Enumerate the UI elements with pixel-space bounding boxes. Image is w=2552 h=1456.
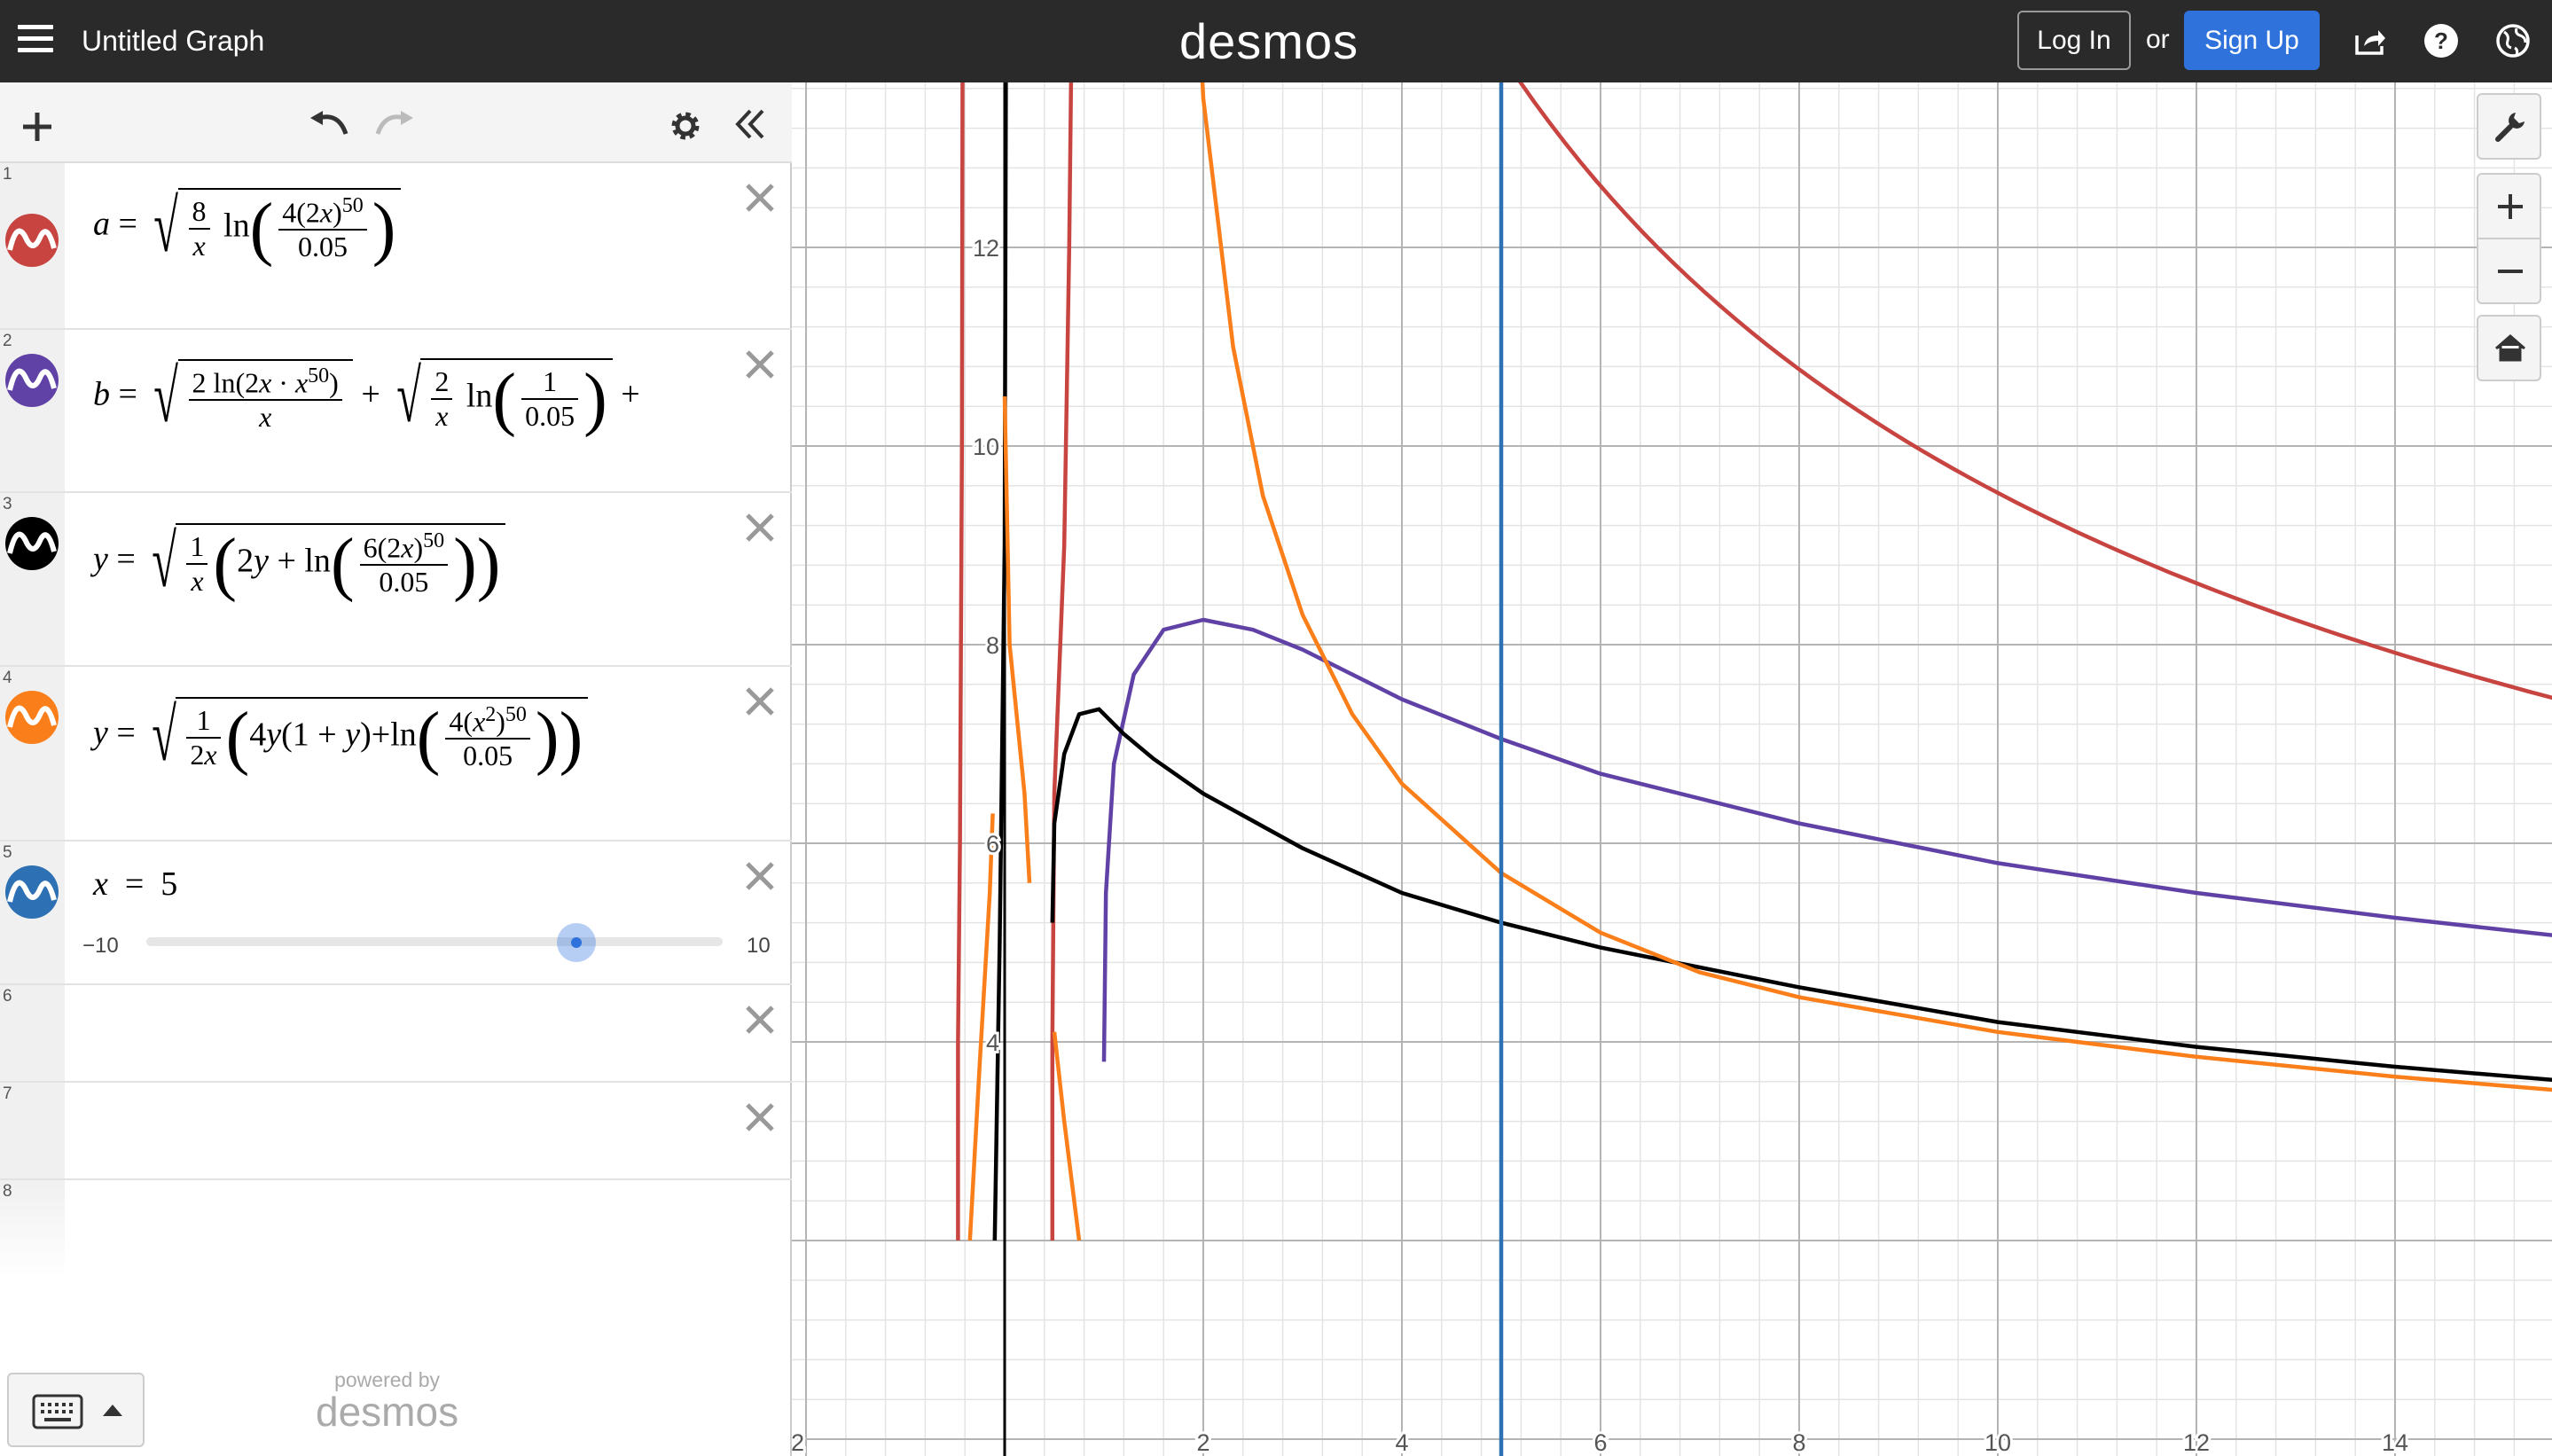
x-tick-label: 12 <box>2183 1429 2210 1456</box>
expression-gutter: 4 <box>0 667 65 840</box>
zoom-out-icon <box>2498 270 2523 273</box>
zoom-in-icon <box>2498 194 2523 219</box>
expression-row[interactable]: 8 <box>0 1180 792 1278</box>
keyboard-toggle[interactable] <box>7 1373 145 1447</box>
x-tick-label: -2 <box>792 1429 804 1456</box>
expression-toolbar <box>0 82 792 163</box>
close-icon[interactable] <box>743 511 777 544</box>
expression-row[interactable]: 2 b = √ 2 ln(2x · x50) x + √ 2 x ln(1 0.05) … <box>0 330 792 493</box>
blue-curve-icon[interactable] <box>4 865 59 920</box>
close-icon[interactable] <box>743 348 777 381</box>
close-icon[interactable] <box>743 859 777 893</box>
expression-gutter: 2 <box>0 330 65 491</box>
expression-gutter: 1 <box>0 163 65 328</box>
graph-title[interactable]: Untitled Graph <box>82 25 264 58</box>
y-tick-label: 4 <box>986 1029 999 1056</box>
x-tick-label: 10 <box>1984 1429 2011 1456</box>
x-tick-label: 14 <box>2382 1429 2408 1456</box>
expression-math[interactable]: b = √ 2 ln(2x · x50) x + √ 2 x ln(1 0.05) + <box>93 358 640 436</box>
expression-row[interactable]: 4 y = √ 1 2x (4y(1 + y)+ln(4(x2)50 0.05)) <box>0 667 792 842</box>
expression-math[interactable]: x = 5 <box>93 865 177 904</box>
curve-purple <box>1101 617 2552 1062</box>
curve-red-inner <box>1050 0 1075 1241</box>
powered-by: powered by desmos <box>316 1368 459 1435</box>
x-tick-label: 6 <box>1593 1429 1607 1456</box>
curve-orange <box>1196 0 2552 1092</box>
menu-icon[interactable] <box>18 25 53 57</box>
curve-orange-mid <box>1002 395 1032 883</box>
expression-panel: 1 a = √ 8x ln(4(2x)50 0.05) 2 b = √ 2 l… <box>0 82 792 1456</box>
keyboard-icon <box>32 1394 83 1429</box>
slider-min: −10 <box>82 934 119 958</box>
expression-gutter: 3 <box>0 493 65 665</box>
close-icon[interactable] <box>743 685 777 718</box>
expression-gutter: 8 <box>0 1180 65 1278</box>
curve-red-branch <box>1466 0 2552 701</box>
home-icon <box>2495 334 2525 362</box>
settings-wrench-button[interactable] <box>2477 93 2541 160</box>
expression-row[interactable]: 7 <box>0 1083 792 1180</box>
expression-math[interactable]: y = √ 1 2x (4y(1 + y)+ln(4(x2)50 0.05)) <box>93 697 589 775</box>
expression-row[interactable]: 5 x = 5 −10 10 <box>0 842 792 985</box>
wrench-icon <box>2495 113 2525 142</box>
add-icon[interactable] <box>20 109 55 145</box>
x-tick-label: 8 <box>1792 1429 1805 1456</box>
undo-icon[interactable] <box>309 109 349 141</box>
home-button[interactable] <box>2477 315 2541 381</box>
close-icon[interactable] <box>743 181 777 215</box>
or-label: or <box>2146 25 2170 54</box>
chevron-up-icon <box>103 1405 122 1416</box>
share-icon[interactable] <box>2350 21 2389 60</box>
close-icon[interactable] <box>743 1003 777 1037</box>
expression-gutter: 7 <box>0 1083 65 1178</box>
globe-icon[interactable] <box>2493 21 2532 60</box>
curve-orange-left <box>967 813 995 1241</box>
gear-icon[interactable] <box>667 107 704 145</box>
login-button[interactable]: Log In <box>2017 11 2131 70</box>
curve-black <box>1050 707 2552 1083</box>
zoom-in-button[interactable] <box>2477 173 2541 239</box>
slider-track[interactable] <box>146 937 723 946</box>
red-curve-icon[interactable] <box>4 213 59 268</box>
expression-gutter: 5 <box>0 842 65 983</box>
close-icon[interactable] <box>743 1100 777 1134</box>
slider-max: 10 <box>747 934 771 958</box>
y-tick-label: 8 <box>986 632 999 659</box>
expression-math[interactable]: a = √ 8x ln(4(2x)50 0.05) <box>93 188 402 266</box>
x-tick-label: 2 <box>1196 1429 1209 1456</box>
black-curve-icon[interactable] <box>4 516 59 571</box>
expression-row[interactable]: 3 y = √ 1 x (2y + ln(6(2x)50 0.05)) <box>0 493 792 667</box>
help-icon[interactable]: ? <box>2422 21 2461 60</box>
y-tick-label: 6 <box>986 831 999 857</box>
orange-curve-icon[interactable] <box>4 690 59 745</box>
svg-text:?: ? <box>2434 27 2448 54</box>
redo-icon[interactable] <box>374 109 415 141</box>
zoom-out-button[interactable] <box>2477 238 2541 304</box>
curve-red-left <box>956 0 965 1241</box>
slider-thumb[interactable] <box>557 923 596 962</box>
y-tick-label: 10 <box>973 434 999 460</box>
expression-row[interactable]: 6 <box>0 985 792 1083</box>
graph-canvas[interactable]: -22468101214141210864 <box>780 0 2552 1456</box>
purple-curve-icon[interactable] <box>4 353 59 408</box>
y-tick-label: 12 <box>973 235 999 262</box>
top-bar: Untitled Graph desmos Log In or Sign Up … <box>0 0 2552 82</box>
curve-orange-low <box>1052 1031 1082 1241</box>
x-tick-label: 4 <box>1395 1429 1408 1456</box>
graph-paper[interactable]: -22468101214141210864 <box>780 0 2552 1456</box>
desmos-logo: desmos <box>1179 13 1359 69</box>
expression-gutter: 6 <box>0 985 65 1081</box>
expression-math[interactable]: y = √ 1 x (2y + ln(6(2x)50 0.05)) <box>93 523 506 601</box>
expression-row[interactable]: 1 a = √ 8x ln(4(2x)50 0.05) <box>0 163 792 330</box>
signup-button[interactable]: Sign Up <box>2184 11 2320 70</box>
collapse-icon[interactable] <box>732 106 770 143</box>
